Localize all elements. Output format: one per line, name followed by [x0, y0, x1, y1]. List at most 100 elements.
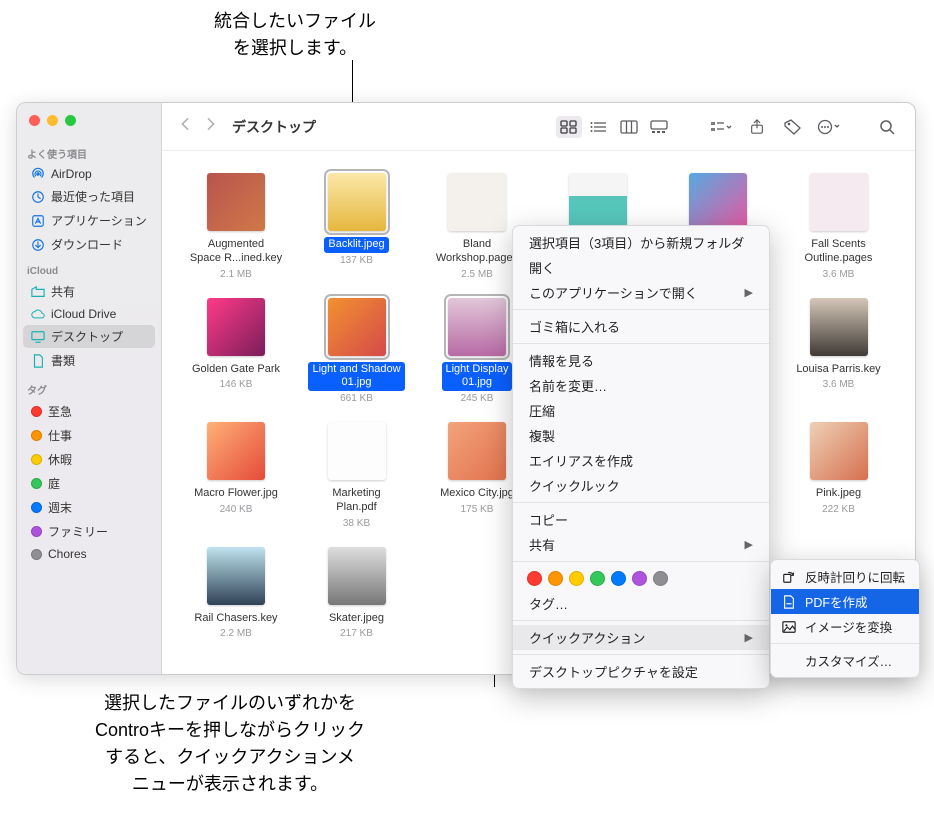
menu-separator: [771, 643, 919, 644]
sidebar-item-airdrop-icon[interactable]: AirDrop: [23, 164, 155, 184]
menu-item[interactable]: 開く: [513, 255, 769, 280]
menu-item[interactable]: タグ…: [513, 591, 769, 616]
gallery-view-button[interactable]: [646, 116, 672, 138]
file-size: 146 KB: [180, 379, 292, 390]
sidebar-tag-item[interactable]: Chores: [23, 544, 155, 564]
sidebar-item-app-icon[interactable]: アプリケーション: [23, 209, 155, 232]
icon-view-button[interactable]: [556, 116, 582, 138]
tag-color-dot[interactable]: [611, 571, 626, 586]
file-thumbnail: [689, 173, 747, 231]
menu-item-label: 圧縮: [529, 401, 555, 420]
file-item[interactable]: Backlit.jpeg 137 KB: [301, 165, 413, 280]
sidebar-item-download-icon[interactable]: ダウンロード: [23, 233, 155, 256]
file-thumbnail: [448, 173, 506, 231]
file-item[interactable]: Louisa Parris.key 3.6 MB: [783, 290, 895, 405]
close-button[interactable]: [29, 115, 40, 126]
sidebar-item-desktop-icon[interactable]: デスクトップ: [23, 325, 155, 348]
file-name: Light and Shadow 01.jpg: [308, 362, 404, 392]
tag-color-dot[interactable]: [632, 571, 647, 586]
menu-item-label: 複製: [529, 426, 555, 445]
sidebar-tag-item[interactable]: ファミリー: [23, 520, 155, 543]
submenu-item[interactable]: 反時計回りに回転: [771, 564, 919, 589]
file-item[interactable]: Rail Chasers.key 2.2 MB: [180, 539, 292, 640]
sidebar-item-label: 共有: [51, 283, 75, 300]
sidebar-item-label: アプリケーション: [51, 212, 147, 229]
file-size: 3.6 MB: [783, 379, 895, 390]
tag-color-dot[interactable]: [569, 571, 584, 586]
location-title: デスクトップ: [232, 117, 316, 137]
file-thumbnail: [328, 422, 386, 480]
sidebar-tag-item[interactable]: 休暇: [23, 448, 155, 471]
sidebar-item-label: 至急: [48, 403, 72, 420]
chevron-right-icon: ▶: [745, 631, 753, 644]
menu-item[interactable]: クイックルック: [513, 473, 769, 498]
menu-item-label: 選択項目（3項目）から新規フォルダ: [529, 233, 744, 252]
menu-item[interactable]: 情報を見る: [513, 348, 769, 373]
file-name: Mexico City.jpg: [436, 486, 518, 502]
sidebar-item-label: Chores: [48, 547, 87, 561]
file-item[interactable]: Pink.jpeg 222 KB: [783, 414, 895, 529]
menu-item[interactable]: 複製: [513, 423, 769, 448]
sidebar-tag-item[interactable]: 週末: [23, 496, 155, 519]
menu-item[interactable]: 選択項目（3項目）から新規フォルダ: [513, 230, 769, 255]
group-button[interactable]: [708, 116, 734, 138]
file-name: Skater.jpeg: [325, 611, 388, 627]
tag-color-dot[interactable]: [527, 571, 542, 586]
file-thumbnail-wrap: [301, 290, 413, 356]
menu-item[interactable]: クイックアクション ▶: [513, 625, 769, 650]
menu-item[interactable]: このアプリケーションで開く ▶: [513, 280, 769, 305]
search-button[interactable]: [874, 116, 900, 138]
sidebar-item-icloud-icon[interactable]: iCloud Drive: [23, 304, 155, 324]
desktop-icon: [31, 330, 45, 344]
column-view-button[interactable]: [616, 116, 642, 138]
file-item[interactable]: Skater.jpeg 217 KB: [301, 539, 413, 640]
sidebar-tag-item[interactable]: 至急: [23, 400, 155, 423]
menu-item-label: ゴミ箱に入れる: [529, 317, 620, 336]
tag-color-dot[interactable]: [548, 571, 563, 586]
file-thumbnail: [448, 422, 506, 480]
sidebar-tag-item[interactable]: 庭: [23, 472, 155, 495]
submenu-item[interactable]: PDFを作成: [771, 589, 919, 614]
menu-item[interactable]: 共有 ▶: [513, 532, 769, 557]
sidebar-tag-item[interactable]: 仕事: [23, 424, 155, 447]
tag-color-dot[interactable]: [590, 571, 605, 586]
menu-item[interactable]: 名前を変更…: [513, 373, 769, 398]
file-item[interactable]: Macro Flower.jpg 240 KB: [180, 414, 292, 529]
file-item[interactable]: Golden Gate Park 146 KB: [180, 290, 292, 405]
image-icon: [781, 620, 797, 634]
sidebar-item-shared-icon[interactable]: 共有: [23, 280, 155, 303]
file-thumbnail-wrap: [180, 165, 292, 231]
file-thumbnail: [810, 173, 868, 231]
share-button[interactable]: [744, 116, 770, 138]
zoom-button[interactable]: [65, 115, 76, 126]
menu-item[interactable]: デスクトップピクチャを設定: [513, 659, 769, 684]
list-view-button[interactable]: [586, 116, 612, 138]
tags-button[interactable]: [780, 116, 806, 138]
file-item[interactable]: Light and Shadow 01.jpg 661 KB: [301, 290, 413, 405]
sidebar-item-clock-icon[interactable]: 最近使った項目: [23, 185, 155, 208]
quick-actions-submenu: 反時計回りに回転 PDFを作成 イメージを変換 カスタマイズ…: [770, 559, 920, 678]
file-item[interactable]: Augmented Space R...ined.key 2.1 MB: [180, 165, 292, 280]
back-button[interactable]: [176, 117, 194, 136]
menu-item[interactable]: ゴミ箱に入れる: [513, 314, 769, 339]
minimize-button[interactable]: [47, 115, 58, 126]
file-item[interactable]: Fall Scents Outline.pages 3.6 MB: [783, 165, 895, 280]
forward-button[interactable]: [202, 117, 220, 136]
tag-color-dot[interactable]: [653, 571, 668, 586]
file-name: Pink.jpeg: [812, 486, 865, 502]
menu-item[interactable]: 圧縮: [513, 398, 769, 423]
chevron-right-icon: ▶: [745, 538, 753, 551]
shared-icon: [31, 285, 45, 299]
sidebar: よく使う項目 AirDrop 最近使った項目 アプリケーション ダウンロード i…: [17, 103, 162, 674]
rotate-icon: [781, 570, 797, 584]
submenu-item[interactable]: イメージを変換: [771, 614, 919, 639]
sidebar-item-documents-icon[interactable]: 書類: [23, 349, 155, 372]
menu-item-label: クイックルック: [529, 476, 620, 495]
menu-item[interactable]: エイリアスを作成: [513, 448, 769, 473]
menu-item[interactable]: コピー: [513, 507, 769, 532]
file-item[interactable]: Marketing Plan.pdf 38 KB: [301, 414, 413, 529]
submenu-item[interactable]: カスタマイズ…: [771, 648, 919, 673]
callout-top: 統合したいファイル を選択します。: [195, 8, 395, 62]
more-button[interactable]: [816, 116, 842, 138]
menu-item-label: 名前を変更…: [529, 376, 607, 395]
